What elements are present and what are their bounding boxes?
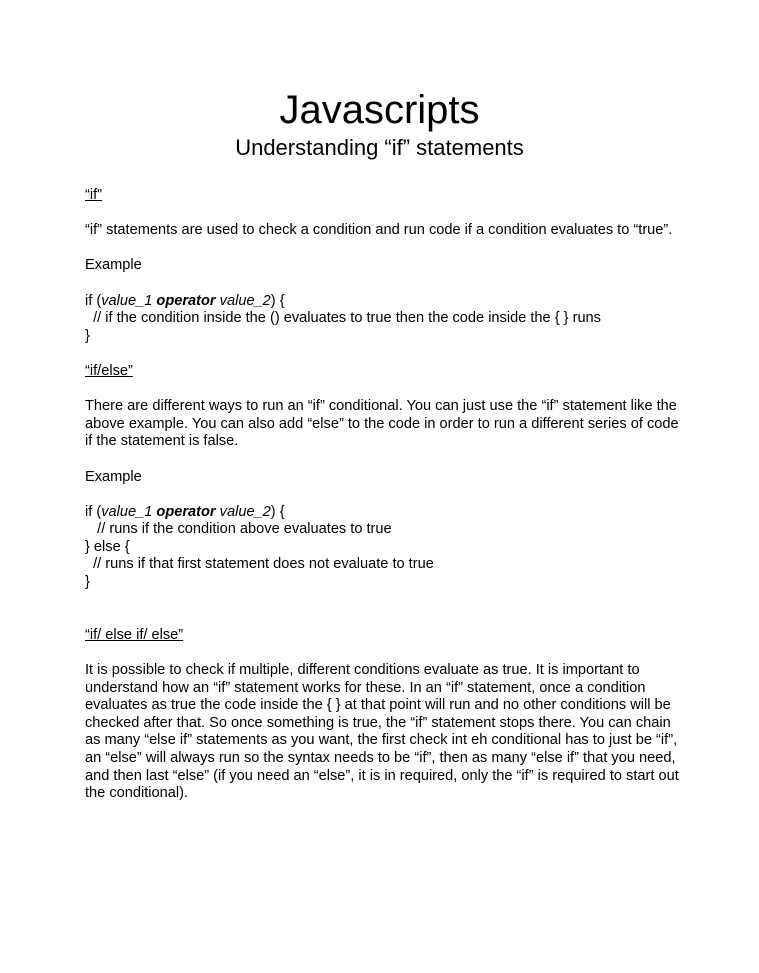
code-variable: value_2	[219, 292, 271, 309]
section-heading-if-else-if-else: “if/ else if/ else”	[85, 626, 184, 643]
section-description-if-else-if-else: It is possible to check if multiple, dif…	[85, 662, 679, 802]
code-text: if (	[85, 292, 102, 309]
document-body: “if” “if” statements are used to check a…	[85, 187, 685, 803]
code-variable: value_1	[101, 292, 153, 309]
section-description-if-else: There are different ways to run an “if” …	[85, 398, 679, 450]
code-line: if (value_1 operator value_2) {	[85, 504, 685, 522]
code-line: }	[85, 327, 90, 344]
code-line: if (value_1 operator value_2) {	[85, 293, 685, 311]
code-line: // runs if that first statement does not…	[85, 556, 434, 573]
code-text: ) {	[270, 503, 285, 520]
code-line: }	[85, 574, 90, 591]
code-text: ) {	[270, 292, 285, 309]
page-title: Javascripts	[279, 88, 480, 132]
code-operator: operator	[156, 292, 216, 309]
section-heading-if: “if”	[85, 187, 103, 203]
example-label-if: Example	[85, 257, 142, 274]
page-subtitle: Understanding “if” statements	[235, 135, 524, 160]
code-block-if: if (value_1 operator value_2) { // if th…	[85, 293, 685, 346]
code-block-if-else: if (value_1 operator value_2) { // runs …	[85, 504, 685, 592]
code-operator: operator	[156, 503, 216, 520]
code-line: // runs if the condition above evaluates…	[85, 521, 392, 538]
code-text: if (	[85, 503, 102, 520]
code-line: } else {	[85, 538, 130, 555]
example-label-if-else: Example	[85, 468, 142, 485]
document-page: Javascripts Understanding “if” statement…	[0, 0, 759, 973]
code-variable: value_1	[101, 503, 153, 520]
code-variable: value_2	[219, 503, 271, 520]
code-line: // if the condition inside the () evalua…	[85, 310, 601, 327]
section-heading-if-else: “if/else”	[85, 362, 133, 379]
section-description-if: “if” statements are used to check a cond…	[85, 222, 673, 239]
